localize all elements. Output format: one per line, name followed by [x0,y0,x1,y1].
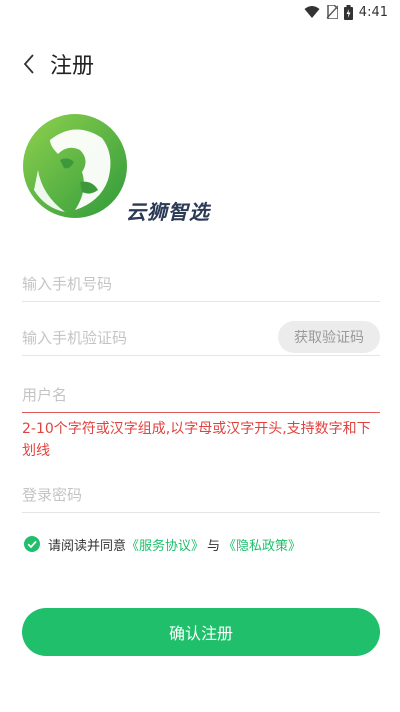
verification-code-input[interactable] [22,320,262,355]
username-hint: 2-10个字符或汉字组成,以字母或汉字开头,支持数字和下划线 [22,421,371,459]
sim-icon [326,5,338,19]
get-code-button[interactable]: 获取验证码 [278,321,380,353]
brand-logo: 云狮智选 [20,110,220,224]
password-field [22,477,380,513]
confirm-register-button[interactable]: 确认注册 [22,608,380,656]
battery-icon [343,4,353,20]
checkbox-checked-icon[interactable] [24,536,40,552]
service-agreement-link[interactable]: 《服务协议》 [126,535,204,554]
privacy-policy-link[interactable]: 《隐私政策》 [223,535,301,554]
agreement-joiner: 与 [207,538,221,554]
phone-field [22,266,380,302]
page-title: 注册 [50,54,95,79]
back-arrow-icon[interactable] [22,53,44,75]
agreement-row: 请阅读并同意 《服务协议》 与 《隐私政策》 [24,534,301,554]
wifi-icon [304,5,320,19]
verification-code-field: 获取验证码 [22,320,380,356]
status-time: 4:41 [358,4,388,20]
username-input[interactable] [22,377,380,412]
status-bar: 4:41 [0,0,400,24]
password-input[interactable] [22,477,380,512]
brand-name: 云狮智选 [126,200,210,224]
agreement-prefix: 请阅读并同意 [48,538,127,554]
lion-logo-icon [23,114,127,218]
username-field [22,377,380,413]
header: 注册 [0,44,400,84]
phone-input[interactable] [22,266,380,301]
